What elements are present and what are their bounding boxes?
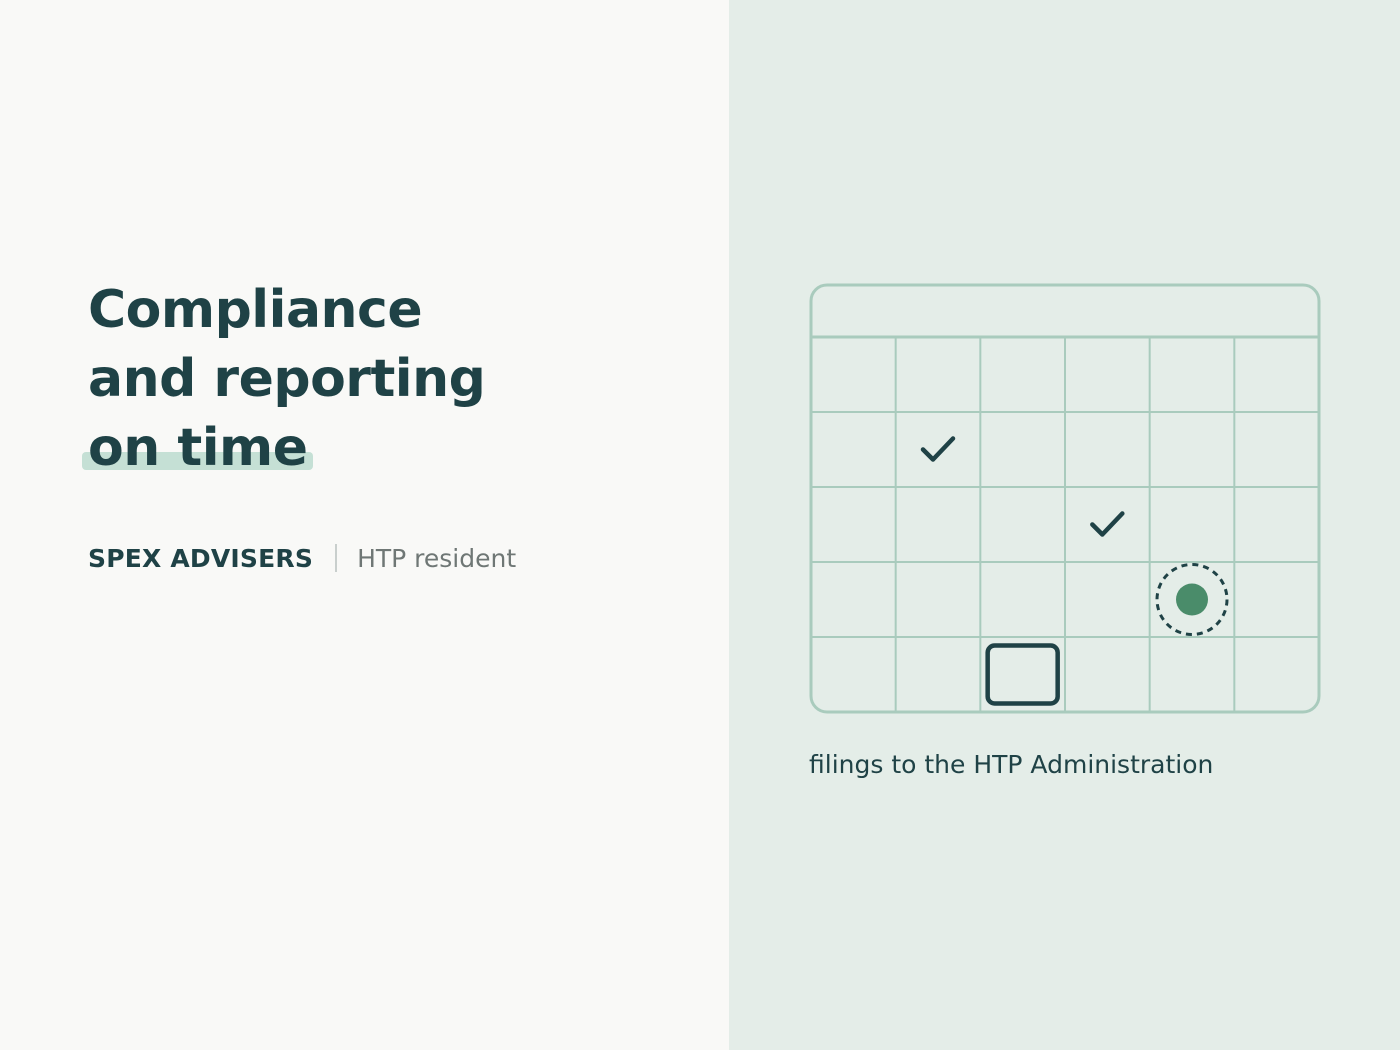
headline-highlight-text: on time: [88, 418, 308, 478]
brand-row: SPEX ADVISERS HTP resident: [88, 538, 516, 578]
brand-name: SPEX ADVISERS: [88, 543, 314, 573]
brand-separator: [335, 544, 338, 572]
left-panel: [0, 0, 729, 1050]
calendar-grid: [809, 283, 1321, 714]
check-icon: [1090, 511, 1125, 537]
headline: Compliance and reporting on time: [82, 276, 486, 483]
illustration-caption: filings to the HTP Administration: [809, 750, 1214, 779]
headline-line-2: and reporting: [88, 349, 486, 409]
headline-highlight: on time: [82, 414, 314, 483]
target-dot-icon: [1176, 583, 1208, 616]
headline-line-3: on time: [82, 414, 485, 483]
headline-line-1: Compliance: [88, 280, 423, 340]
brand-tag: HTP resident: [357, 543, 517, 573]
check-icon: [920, 436, 956, 462]
calendar-illustration: [809, 283, 1321, 714]
calendar-marks: [920, 436, 1229, 706]
empty-box-icon: [985, 643, 1060, 706]
